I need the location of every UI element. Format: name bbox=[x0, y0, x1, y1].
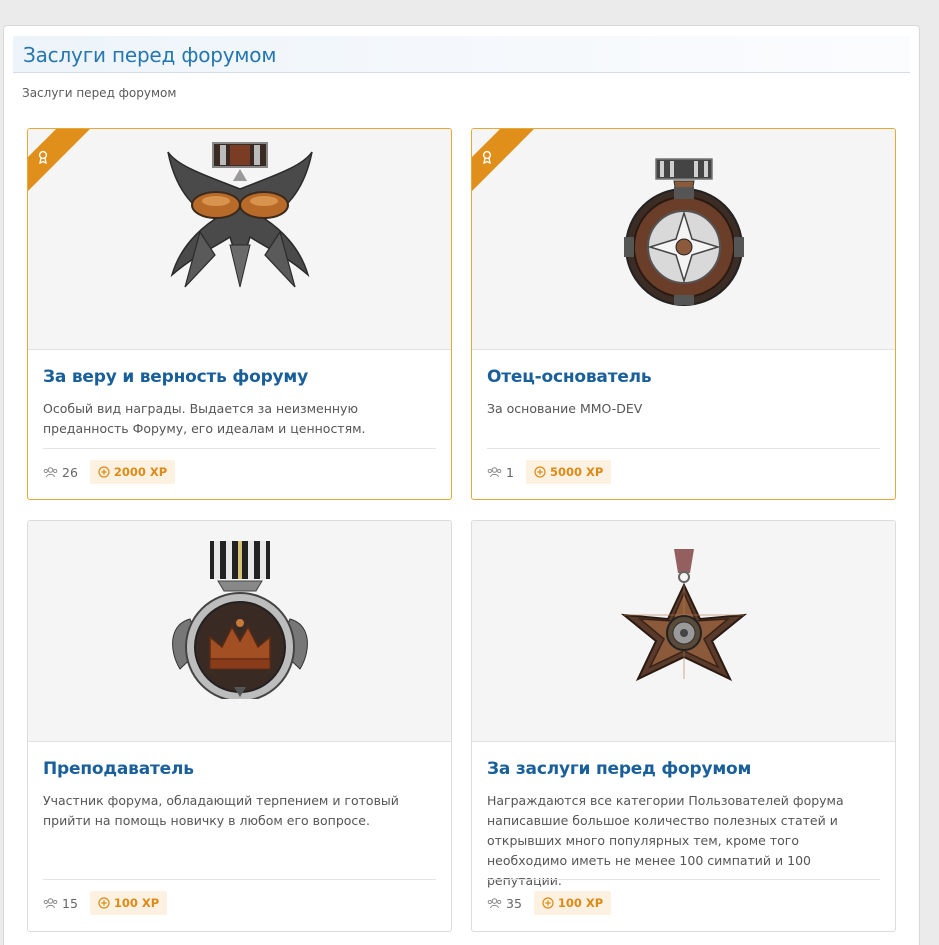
xp-badge: 100 XP bbox=[533, 891, 612, 915]
earned-ribbon bbox=[28, 129, 94, 195]
users-icon bbox=[43, 466, 58, 477]
plus-circle-icon bbox=[98, 466, 110, 478]
award-image-area bbox=[472, 129, 895, 350]
award-image-area bbox=[28, 521, 451, 742]
card-divider bbox=[43, 879, 436, 880]
award-ribbon-icon bbox=[38, 150, 48, 164]
award-image-area bbox=[472, 521, 895, 742]
winged-medal-icon bbox=[166, 142, 313, 288]
block-description: Заслуги перед форумом bbox=[22, 86, 177, 100]
award-card[interactable]: За заслуги перед форумом Награждаются вс… bbox=[471, 520, 896, 932]
award-ribbon-icon bbox=[482, 150, 492, 164]
recipients-count: 26 bbox=[62, 464, 78, 480]
users-icon bbox=[487, 466, 502, 477]
plus-circle-icon bbox=[98, 897, 110, 909]
xp-value: 2000 XP bbox=[113, 465, 168, 479]
award-image-area bbox=[28, 129, 451, 350]
plus-circle-icon bbox=[534, 466, 546, 478]
block-title: Заслуги перед форумом bbox=[23, 43, 277, 67]
xp-value: 5000 XP bbox=[549, 465, 604, 479]
recipients-count: 1 bbox=[506, 464, 514, 480]
card-footer: 15 100 XP bbox=[43, 891, 436, 915]
xp-badge: 100 XP bbox=[89, 891, 168, 915]
users-icon bbox=[487, 897, 502, 908]
award-description: Участник форума, обладающий терпением и … bbox=[43, 793, 399, 828]
crown-medal-icon bbox=[171, 541, 308, 699]
award-title[interactable]: Отец-основатель bbox=[487, 367, 652, 387]
award-description: Награждаются все категории Пользователей… bbox=[487, 793, 844, 888]
award-description: За основание MMO-DEV bbox=[487, 401, 643, 416]
card-footer: 1 5000 XP bbox=[487, 460, 880, 484]
award-title[interactable]: Преподаватель bbox=[43, 759, 194, 779]
block-header: Заслуги перед форумом bbox=[13, 36, 910, 73]
card-divider bbox=[487, 879, 880, 880]
xp-value: 100 XP bbox=[557, 896, 604, 910]
award-title[interactable]: За веру и верность форуму bbox=[43, 367, 308, 387]
recipients-count: 15 bbox=[62, 895, 78, 911]
award-card[interactable]: Преподаватель Участник форума, обладающи… bbox=[27, 520, 452, 932]
recipients-count: 35 bbox=[506, 895, 522, 911]
card-divider bbox=[487, 448, 880, 449]
award-card[interactable]: Отец-основатель За основание MMO-DEV 1 5… bbox=[471, 128, 896, 500]
earned-ribbon bbox=[472, 129, 538, 195]
card-footer: 26 2000 XP bbox=[43, 460, 436, 484]
awards-block: Заслуги перед форумом Заслуги перед фору… bbox=[3, 25, 920, 945]
award-title[interactable]: За заслуги перед форумом bbox=[487, 759, 751, 779]
bronze-cross-medal-icon bbox=[620, 549, 747, 682]
star-cross-medal-icon bbox=[623, 158, 744, 306]
card-divider bbox=[43, 448, 436, 449]
award-card[interactable]: За веру и верность форуму Особый вид наг… bbox=[27, 128, 452, 500]
award-description: Особый вид награды. Выдается за неизменн… bbox=[43, 401, 366, 436]
plus-circle-icon bbox=[542, 897, 554, 909]
xp-badge: 5000 XP bbox=[525, 460, 612, 484]
card-footer: 35 100 XP bbox=[487, 891, 880, 915]
xp-badge: 2000 XP bbox=[89, 460, 176, 484]
users-icon bbox=[43, 897, 58, 908]
xp-value: 100 XP bbox=[113, 896, 160, 910]
